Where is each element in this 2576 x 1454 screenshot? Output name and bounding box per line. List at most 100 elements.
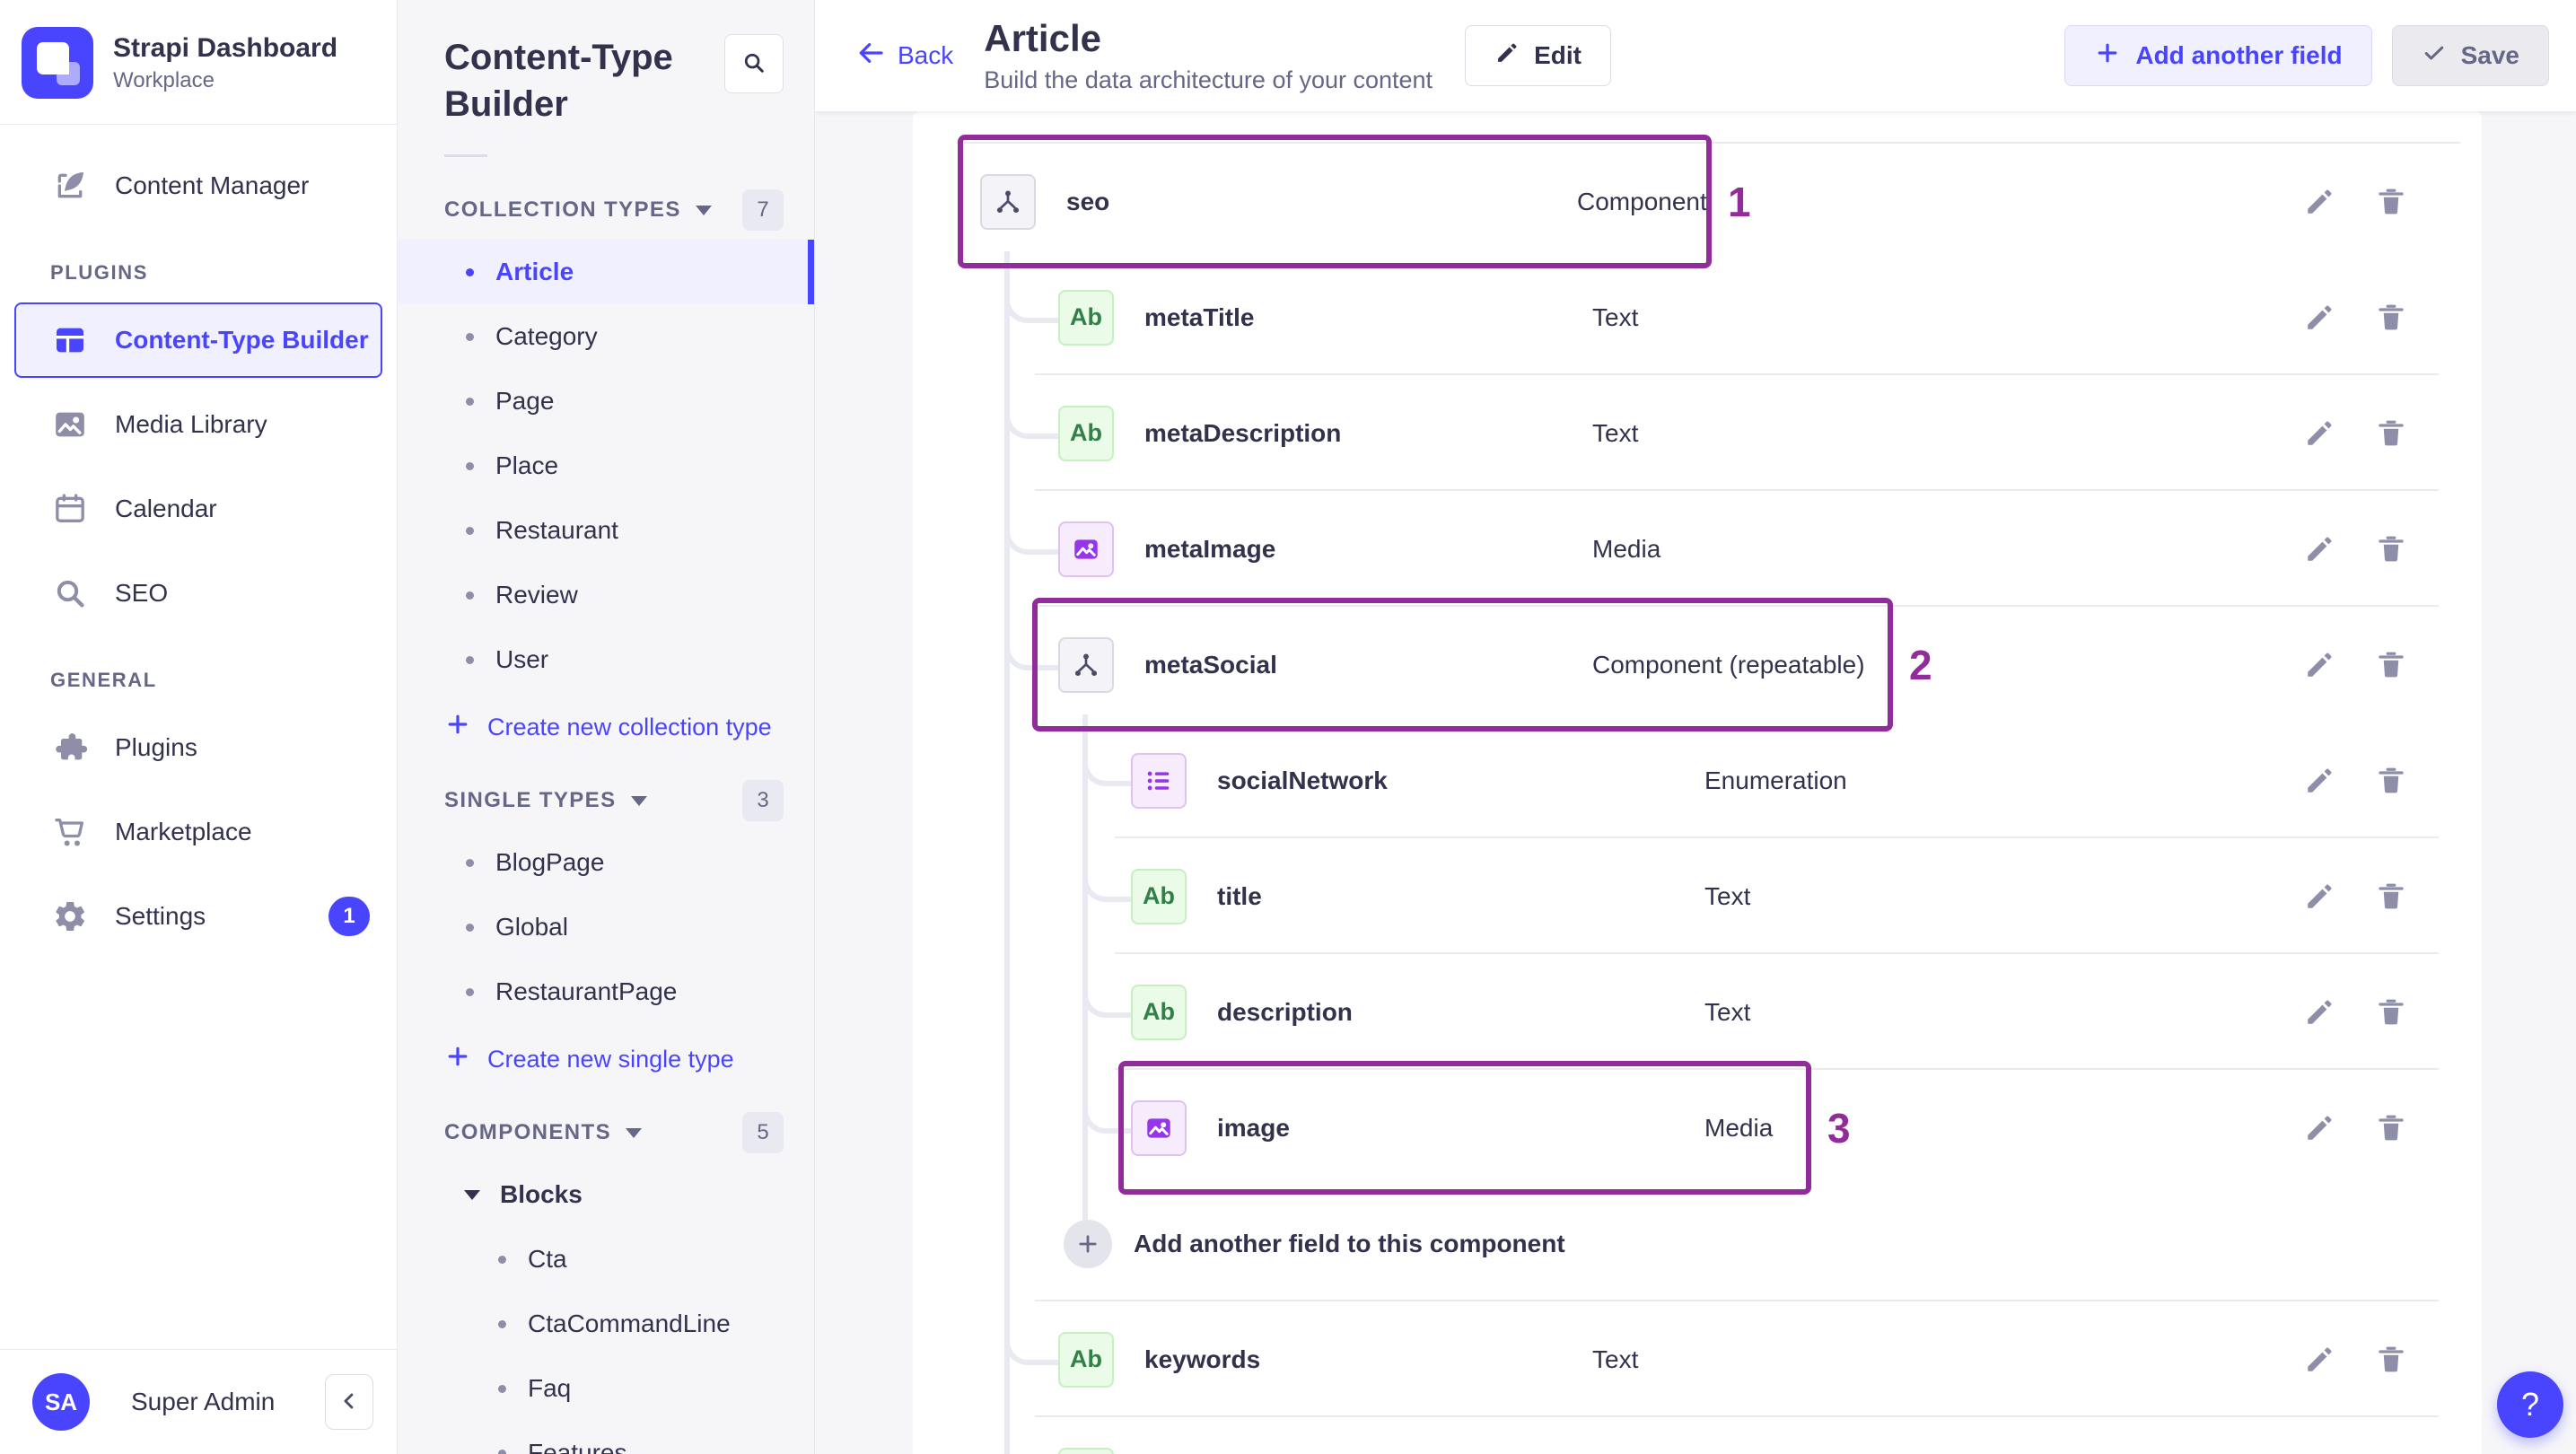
ctb-list: Article Category Page Place Restaurant Review…: [398, 240, 814, 692]
field-row-metaRobots: AbmetaRobotsText: [913, 1408, 2482, 1454]
edit-field-button[interactable]: [2300, 646, 2338, 684]
sidebar-item-marketplace[interactable]: Marketplace: [14, 794, 382, 870]
field-type: Text: [1592, 1345, 1639, 1373]
delete-field-button[interactable]: [2372, 299, 2410, 337]
search-button[interactable]: [724, 34, 784, 93]
field-type: Media: [1592, 534, 1661, 563]
component-group-blocks[interactable]: Blocks: [398, 1162, 814, 1227]
save-button[interactable]: Save: [2391, 25, 2549, 86]
field-name: metaSocial: [1144, 650, 1277, 679]
sidebar-item-restaurant[interactable]: Restaurant: [398, 498, 814, 563]
brand-subtitle: Workplace: [113, 67, 215, 92]
field-actions: [2300, 1109, 2410, 1147]
delete-field-button[interactable]: [2372, 530, 2410, 568]
sidebar-item-article[interactable]: Article: [398, 240, 814, 304]
back-label: Back: [898, 41, 954, 69]
plus-icon: [2094, 39, 2121, 73]
delete-field-button[interactable]: [2372, 994, 2410, 1031]
ctb-item-label: Restaurant: [495, 516, 618, 544]
sidebar-item-label: Calendar: [115, 495, 217, 522]
bullet-icon: [466, 397, 474, 406]
delete-field-button[interactable]: [2372, 415, 2410, 452]
field-actions: [2300, 762, 2410, 800]
notification-badge: 1: [329, 897, 370, 936]
delete-field-button[interactable]: [2372, 878, 2410, 915]
field-name: keywords: [1144, 1345, 1261, 1373]
brand[interactable]: Strapi Dashboard Workplace: [0, 0, 397, 124]
sidebar-item-cta[interactable]: Cta: [398, 1227, 814, 1292]
section-header-single-types: SINGLE TYPES 3: [398, 771, 814, 830]
add-field-to-component-button[interactable]: [1064, 1219, 1112, 1268]
sidebar-item-media-library[interactable]: Media Library: [14, 387, 382, 462]
add-another-field-button[interactable]: Add another field: [2064, 25, 2372, 86]
caret-down-icon[interactable]: [695, 205, 712, 215]
avatar[interactable]: SA: [32, 1373, 90, 1431]
delete-field-button[interactable]: [2372, 646, 2410, 684]
sidebar-item-category[interactable]: Category: [398, 304, 814, 369]
fields-list: seo Component 1 Ab metaTitle Text Ab metaDescri…: [913, 135, 2482, 1454]
field-type: Text: [1592, 418, 1639, 447]
sidebar-item-content-type-builder[interactable]: Content-Type Builder: [14, 302, 382, 378]
edit-field-button[interactable]: [2300, 1109, 2338, 1147]
edit-field-button[interactable]: [2300, 530, 2338, 568]
create-create-new-collection-type-link[interactable]: Create new collection type: [398, 692, 814, 762]
sidebar-item-user[interactable]: User: [398, 627, 814, 692]
delete-field-button[interactable]: [2372, 762, 2410, 800]
ctb-sections: COLLECTION TYPES 7 Article Category Page Plac…: [398, 180, 814, 1454]
caret-down-icon[interactable]: [626, 1127, 643, 1138]
strapi-app: Strapi Dashboard Workplace Content Manag…: [0, 0, 2576, 1454]
bullet-icon: [498, 1319, 506, 1328]
sidebar-item-features[interactable]: Features: [398, 1421, 814, 1454]
sidebar-item-place[interactable]: Place: [398, 434, 814, 498]
ctb-item-label: User: [495, 645, 549, 673]
sidebar-item-plugins[interactable]: Plugins: [14, 710, 382, 785]
ctb-item-label: BlogPage: [495, 848, 605, 876]
sidebar-item-global[interactable]: Global: [398, 895, 814, 959]
sidebar-item-label: Marketplace: [115, 818, 252, 845]
ctb-group-list: Cta CtaCommandLine Faq Features: [398, 1227, 814, 1454]
field-actions: [2300, 415, 2410, 452]
calendar-icon: [50, 491, 90, 527]
content-type-builder-icon: [50, 322, 90, 358]
create-create-new-single-type-link[interactable]: Create new single type: [398, 1024, 814, 1094]
sidebar-item-review[interactable]: Review: [398, 563, 814, 627]
field-name: metaTitle: [1144, 302, 1255, 331]
edit-field-button[interactable]: [2300, 183, 2338, 221]
field-type: Component (repeatable): [1592, 650, 1865, 679]
delete-field-button[interactable]: [2372, 1109, 2410, 1147]
edit-field-button[interactable]: [2300, 762, 2338, 800]
edit-button[interactable]: Edit: [1465, 25, 1611, 86]
section-count-badge: 3: [742, 780, 784, 821]
ctb-item-label: Review: [495, 581, 578, 609]
sidebar-item-seo[interactable]: SEO: [14, 556, 382, 631]
ctb-item-label: RestaurantPage: [495, 977, 678, 1005]
user-name: Super Admin: [131, 1388, 276, 1415]
text-field-icon: Ab: [1131, 984, 1187, 1040]
caret-down-icon[interactable]: [630, 795, 647, 806]
bullet-icon: [466, 987, 474, 996]
sidebar-item-content-manager[interactable]: Content Manager: [14, 148, 382, 223]
sidebar-item-calendar[interactable]: Calendar: [14, 471, 382, 547]
help-button[interactable]: ?: [2497, 1371, 2563, 1438]
sidebar-item-restaurantpage[interactable]: RestaurantPage: [398, 959, 814, 1024]
bullet-icon: [498, 1384, 506, 1393]
delete-field-button[interactable]: [2372, 1341, 2410, 1379]
edit-field-button[interactable]: [2300, 415, 2338, 452]
edit-field-button[interactable]: [2300, 1341, 2338, 1379]
ctb-sidebar-title: Content-Type Builder: [444, 38, 673, 124]
sidebar-item-label: Content-Type Builder: [115, 326, 369, 354]
sidebar-item-page[interactable]: Page: [398, 369, 814, 434]
pencil-icon: [1494, 40, 1520, 72]
bullet-icon: [466, 923, 474, 932]
edit-field-button[interactable]: [2300, 878, 2338, 915]
sidebar-item-settings[interactable]: Settings 1: [14, 879, 382, 954]
delete-field-button[interactable]: [2372, 183, 2410, 221]
edit-field-button[interactable]: [2300, 299, 2338, 337]
edit-field-button[interactable]: [2300, 994, 2338, 1031]
collapse-sidebar-button[interactable]: [325, 1374, 373, 1430]
sidebar-item-blogpage[interactable]: BlogPage: [398, 830, 814, 895]
sidebar-item-ctacommandline[interactable]: CtaCommandLine: [398, 1292, 814, 1356]
sidebar-item-faq[interactable]: Faq: [398, 1356, 814, 1421]
field-row-metaDescription: Ab metaDescription Text: [913, 366, 2482, 491]
back-link[interactable]: Back: [856, 39, 953, 74]
